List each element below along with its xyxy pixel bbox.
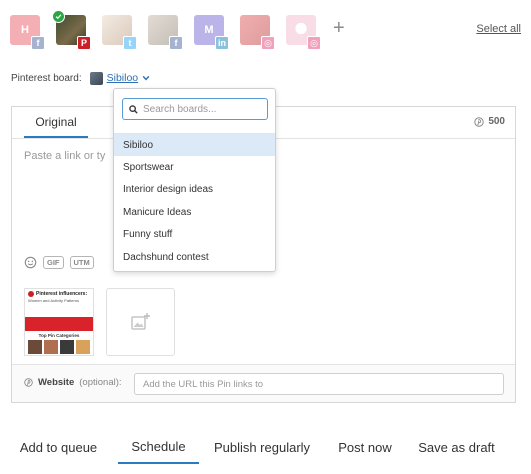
board-list: Sibiloo Sportswear Interior design ideas…	[114, 133, 275, 268]
instagram-icon: ◎	[261, 36, 275, 50]
utm-button[interactable]: UTM	[69, 256, 94, 269]
pinterest-icon	[474, 116, 485, 127]
board-thumbnail	[89, 71, 103, 85]
thumbnail-subtitle: Women and Activity Patterns	[28, 298, 80, 303]
board-dropdown-menu: Sibiloo Sportswear Interior design ideas…	[113, 88, 276, 272]
select-all-link[interactable]: Select all	[476, 23, 521, 35]
tab-add-to-queue[interactable]: Add to queue	[12, 430, 105, 464]
board-search-field[interactable]	[122, 98, 268, 120]
board-search-input[interactable]	[143, 103, 263, 115]
social-accounts-row: H f P t f M in ◎ ◎ + Select all	[10, 10, 521, 50]
account-avatar-linkedin-m[interactable]: M in	[194, 15, 229, 50]
character-counter: 500	[474, 116, 505, 127]
composer-tools: GIF UTM	[24, 256, 94, 269]
board-option-interior-design-ideas[interactable]: Interior design ideas	[114, 179, 275, 201]
website-url-input[interactable]	[134, 373, 504, 395]
board-option-dachshund-contest[interactable]: Dachshund contest	[114, 246, 275, 268]
board-option-manicure-ideas[interactable]: Manicure Ideas	[114, 201, 275, 223]
thumbnail-banner	[25, 317, 93, 331]
thumbnail-title: Pinterest influencers:	[36, 291, 88, 297]
thumbnail-section: Top Pin Categories	[38, 333, 80, 338]
tab-schedule[interactable]: Schedule	[118, 430, 199, 464]
account-avatar-twitter[interactable]: t	[102, 15, 137, 50]
facebook-icon: f	[31, 36, 45, 50]
twitter-icon: t	[123, 36, 137, 50]
gif-button[interactable]: GIF	[43, 256, 64, 269]
search-icon	[129, 104, 138, 114]
publish-options-tabs: Add to queue Schedule Publish regularly …	[12, 430, 517, 466]
facebook-icon: f	[169, 36, 183, 50]
account-avatar-facebook[interactable]: f	[148, 15, 183, 50]
tab-post-now[interactable]: Post now	[334, 430, 396, 464]
attached-image-thumbnail[interactable]: Pinterest influencers: Women and Activit…	[24, 288, 94, 356]
thumbnail-header: Pinterest influencers: Women and Activit…	[25, 289, 93, 317]
account-avatar-instagram[interactable]: ◎	[240, 15, 275, 50]
board-dropdown-toggle[interactable]: Sibiloo	[107, 72, 139, 84]
thumbnail-image-strip	[25, 338, 93, 355]
pinterest-icon	[28, 291, 34, 297]
pinterest-icon: P	[77, 36, 91, 50]
character-count: 500	[488, 116, 505, 127]
website-row: Website (optional):	[12, 364, 515, 402]
pinterest-icon	[24, 378, 33, 387]
website-label-text: Website	[38, 377, 75, 388]
website-optional-text: (optional):	[79, 377, 122, 388]
account-avatar-facebook-h[interactable]: H f	[10, 15, 45, 50]
tab-original[interactable]: Original	[24, 107, 88, 138]
board-option-funny-stuff[interactable]: Funny stuff	[114, 224, 275, 246]
tab-publish-regularly[interactable]: Publish regularly	[208, 430, 316, 464]
post-text-area[interactable]: Paste a link or ty	[24, 150, 105, 162]
instagram-icon: ◎	[307, 36, 321, 50]
add-media-button[interactable]	[106, 288, 175, 356]
add-account-button[interactable]: +	[333, 17, 345, 40]
emoji-icon[interactable]	[24, 256, 37, 269]
selected-check-icon	[52, 10, 65, 23]
account-avatar-instagram-2[interactable]: ◎	[286, 15, 321, 50]
tab-save-as-draft[interactable]: Save as draft	[414, 430, 499, 464]
board-option-sibiloo[interactable]: Sibiloo	[114, 134, 275, 157]
add-image-icon	[130, 313, 150, 330]
chevron-down-icon[interactable]	[142, 74, 150, 82]
board-option-sportswear[interactable]: Sportswear	[114, 156, 275, 178]
linkedin-icon: in	[215, 36, 229, 50]
account-avatar-pinterest[interactable]: P	[52, 10, 91, 50]
board-selector: Pinterest board: Sibiloo	[11, 70, 150, 86]
board-label: Pinterest board:	[11, 72, 82, 84]
website-label: Website (optional):	[24, 377, 122, 388]
